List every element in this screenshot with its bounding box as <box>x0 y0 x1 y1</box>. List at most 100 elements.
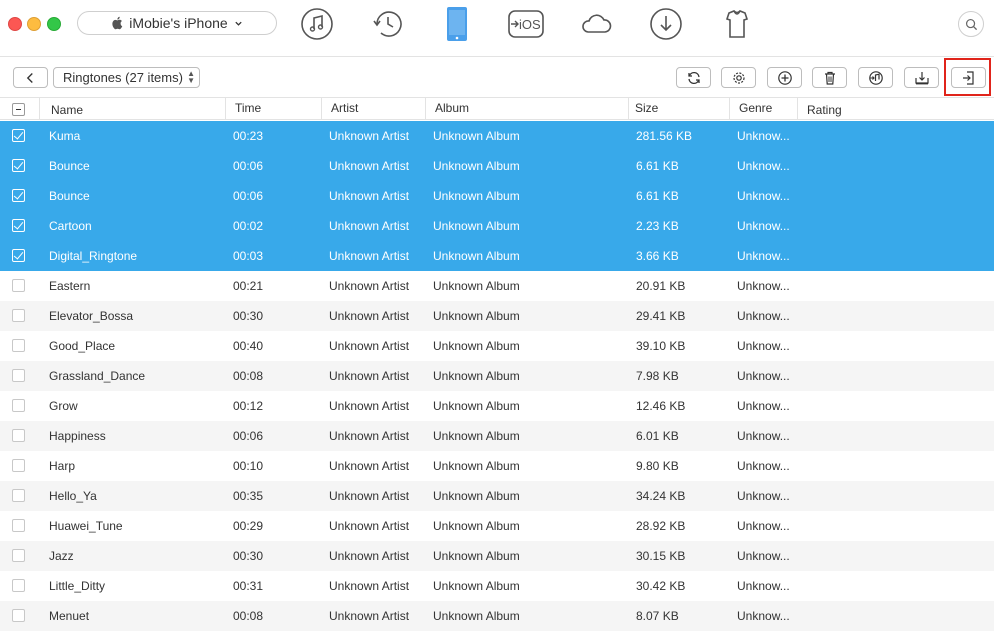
cell-genre: Unknow... <box>737 309 790 323</box>
row-checkbox[interactable] <box>12 309 25 322</box>
cell-time: 00:06 <box>233 429 264 443</box>
device-nav-icon[interactable] <box>439 6 475 42</box>
cell-size: 6.01 KB <box>636 429 679 443</box>
cell-genre: Unknow... <box>737 159 790 173</box>
row-checkbox[interactable] <box>12 489 25 502</box>
cell-album: Unknown Album <box>433 309 520 323</box>
table-row[interactable]: Happiness 00:06 Unknown Artist Unknown Albu… <box>0 421 994 451</box>
cell-genre: Unknow... <box>737 249 790 263</box>
table-row[interactable]: Kuma 00:23 Unknown Artist Unknown Album 281.… <box>0 121 994 151</box>
table-row[interactable]: Digital_Ringtone 00:03 Unknown Artist Unkno… <box>0 241 994 271</box>
to-ios-nav-icon[interactable]: iOS <box>507 6 545 42</box>
column-header-size[interactable]: Size <box>635 101 658 115</box>
cell-time: 00:29 <box>233 519 264 533</box>
row-checkbox[interactable] <box>12 549 25 562</box>
cell-size: 8.07 KB <box>636 609 679 623</box>
cell-artist: Unknown Artist <box>329 189 410 203</box>
cell-name: Cartoon <box>49 219 92 233</box>
table-row[interactable]: Bounce 00:06 Unknown Artist Unknown Album 6.… <box>0 181 994 211</box>
table-row[interactable]: Menuet 00:08 Unknown Artist Unknown Album 8.… <box>0 601 994 631</box>
row-checkbox[interactable] <box>12 279 25 292</box>
search-icon <box>965 18 977 30</box>
cell-album: Unknown Album <box>433 609 520 623</box>
download-nav-icon[interactable] <box>648 6 684 42</box>
category-selector[interactable]: Ringtones (27 items) ▲ ▼ <box>53 67 200 88</box>
device-selector[interactable]: iMobie's iPhone <box>77 11 277 35</box>
cell-time: 00:30 <box>233 309 264 323</box>
table-row[interactable]: Little_Ditty 00:31 Unknown Artist Unknown A… <box>0 571 994 601</box>
row-checkbox[interactable] <box>12 519 25 532</box>
history-nav-icon[interactable] <box>370 6 406 42</box>
minimize-window-button[interactable] <box>27 17 41 31</box>
column-header-artist[interactable]: Artist <box>331 101 358 115</box>
cloud-nav-icon[interactable] <box>578 6 614 42</box>
row-checkbox[interactable] <box>12 129 25 142</box>
cell-artist: Unknown Artist <box>329 609 410 623</box>
to-computer-button[interactable] <box>904 67 939 88</box>
header-divider <box>0 56 994 57</box>
to-itunes-button[interactable] <box>858 67 893 88</box>
cell-time: 00:08 <box>233 369 264 383</box>
cell-artist: Unknown Artist <box>329 429 410 443</box>
column-header-album[interactable]: Album <box>435 101 469 115</box>
row-checkbox[interactable] <box>12 219 25 232</box>
table-row[interactable]: Grow 00:12 Unknown Artist Unknown Album 12.4… <box>0 391 994 421</box>
select-all-checkbox[interactable] <box>12 103 25 116</box>
music-nav-icon[interactable] <box>299 6 335 42</box>
close-window-button[interactable] <box>8 17 22 31</box>
table-header: Name Time Artist Album Size Genre Rating <box>0 97 994 120</box>
table-row[interactable]: Huawei_Tune 00:29 Unknown Artist Unknown Al… <box>0 511 994 541</box>
delete-button[interactable] <box>812 67 847 88</box>
column-header-genre[interactable]: Genre <box>739 101 772 115</box>
column-header-name[interactable]: Name <box>51 103 83 117</box>
column-header-rating[interactable]: Rating <box>807 103 842 117</box>
row-checkbox[interactable] <box>12 369 25 382</box>
row-checkbox[interactable] <box>12 189 25 202</box>
maximize-window-button[interactable] <box>47 17 61 31</box>
table-row[interactable]: Hello_Ya 00:35 Unknown Artist Unknown Album… <box>0 481 994 511</box>
table-row[interactable]: Cartoon 00:02 Unknown Artist Unknown Album 2… <box>0 211 994 241</box>
cell-genre: Unknow... <box>737 189 790 203</box>
row-checkbox[interactable] <box>12 609 25 622</box>
music-transfer-icon <box>868 70 883 85</box>
cell-genre: Unknow... <box>737 609 790 623</box>
table-row[interactable]: Good_Place 00:40 Unknown Artist Unknown Alb… <box>0 331 994 361</box>
cell-artist: Unknown Artist <box>329 309 410 323</box>
settings-button[interactable] <box>721 67 756 88</box>
column-divider <box>225 98 226 120</box>
cell-album: Unknown Album <box>433 399 520 413</box>
row-checkbox[interactable] <box>12 459 25 472</box>
row-checkbox[interactable] <box>12 399 25 412</box>
toolkit-nav-icon[interactable] <box>719 6 755 42</box>
add-button[interactable] <box>767 67 802 88</box>
cell-album: Unknown Album <box>433 489 520 503</box>
category-label: Ringtones (27 items) <box>63 70 183 85</box>
row-checkbox[interactable] <box>12 249 25 262</box>
plus-circle-icon <box>777 70 792 85</box>
search-button[interactable] <box>958 11 984 37</box>
cell-time: 00:40 <box>233 339 264 353</box>
row-checkbox[interactable] <box>12 429 25 442</box>
apple-icon <box>112 16 123 30</box>
table-row[interactable]: Grassland_Dance 00:08 Unknown Artist Unknow… <box>0 361 994 391</box>
cell-artist: Unknown Artist <box>329 459 410 473</box>
row-checkbox[interactable] <box>12 579 25 592</box>
refresh-button[interactable] <box>676 67 711 88</box>
table-row[interactable]: Elevator_Bossa 00:30 Unknown Artist Unknown… <box>0 301 994 331</box>
cell-artist: Unknown Artist <box>329 249 410 263</box>
cell-name: Bounce <box>49 159 90 173</box>
table-row[interactable]: Harp 00:10 Unknown Artist Unknown Album 9.80… <box>0 451 994 481</box>
table-row[interactable]: Eastern 00:21 Unknown Artist Unknown Album 2… <box>0 271 994 301</box>
cell-time: 00:21 <box>233 279 264 293</box>
cell-genre: Unknow... <box>737 519 790 533</box>
cell-name: Menuet <box>49 609 90 623</box>
table-row[interactable]: Bounce 00:06 Unknown Artist Unknown Album 6.… <box>0 151 994 181</box>
back-button[interactable] <box>13 67 48 88</box>
row-checkbox[interactable] <box>12 159 25 172</box>
cell-size: 34.24 KB <box>636 489 686 503</box>
cell-artist: Unknown Artist <box>329 369 410 383</box>
row-checkbox[interactable] <box>12 339 25 352</box>
column-header-time[interactable]: Time <box>235 101 261 115</box>
table-row[interactable]: Jazz 00:30 Unknown Artist Unknown Album 30.1… <box>0 541 994 571</box>
cell-artist: Unknown Artist <box>329 339 410 353</box>
